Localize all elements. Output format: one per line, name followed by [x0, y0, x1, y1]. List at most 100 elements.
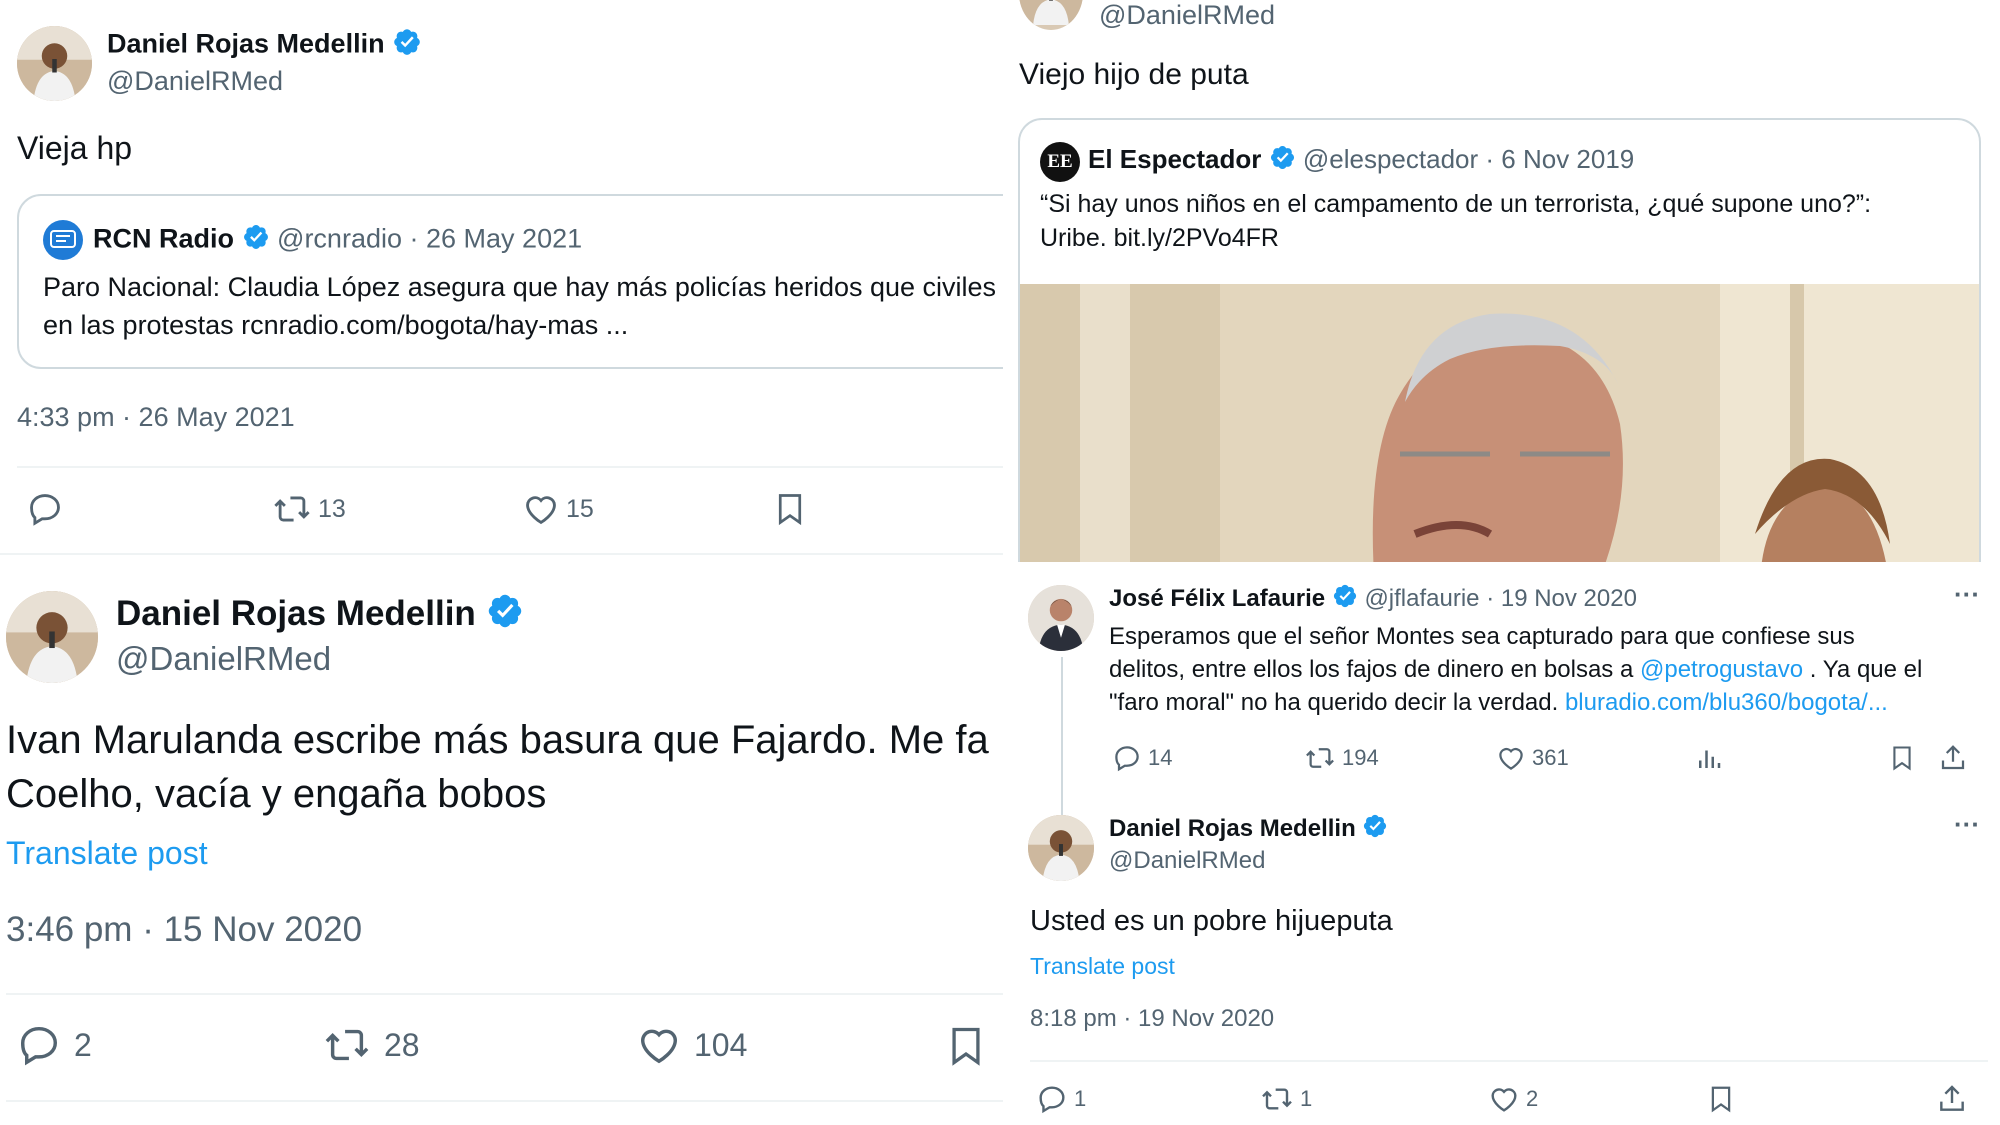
divider — [6, 1100, 1003, 1102]
like-button[interactable]: 2 — [1488, 1083, 1538, 1115]
quoted-handle[interactable]: @rcnradio — [277, 224, 402, 254]
avatar[interactable] — [1019, 0, 1083, 30]
bookmark-button[interactable] — [772, 490, 808, 528]
retweet-count: 13 — [318, 494, 346, 523]
retweet-count: 28 — [384, 1026, 420, 1063]
heart-icon — [522, 490, 560, 528]
reply-icon — [1112, 743, 1142, 773]
more-options-button[interactable]: ··· — [1954, 809, 1980, 840]
author-name[interactable]: Daniel Rojas Medellin — [107, 27, 422, 64]
author-name[interactable]: Daniel Rojas Medellin — [116, 592, 524, 639]
retweet-icon — [322, 1022, 372, 1068]
tweet-text-line-1: Ivan Marulanda escribe más basura que Fa… — [6, 718, 989, 762]
bookmark-button[interactable] — [944, 1022, 988, 1070]
parent-author-handle[interactable]: @jflafaurie — [1364, 585, 1479, 612]
reply-icon — [26, 490, 64, 528]
quoted-date: · 6 Nov 2019 — [1485, 144, 1635, 174]
share-button[interactable] — [1938, 743, 1968, 773]
share-button[interactable] — [1936, 1083, 1968, 1115]
tweet-text: Vieja hp — [17, 130, 133, 166]
mention-link[interactable]: @petrogustavo — [1640, 656, 1803, 683]
retweet-button[interactable]: 1 — [1260, 1083, 1312, 1115]
author-name[interactable]: Daniel Rojas Medellin — [1109, 813, 1388, 846]
divider — [1030, 1060, 1988, 1062]
avatar[interactable] — [1028, 585, 1094, 651]
timestamp[interactable]: 3:46 pm · 15 Nov 2020 — [6, 910, 362, 950]
tweet-text-line-2: Coelho, vacía y engaña bobos — [6, 772, 547, 816]
avatar[interactable] — [17, 26, 92, 101]
quoted-handle[interactable]: @elespectador — [1303, 144, 1478, 174]
quoted-date: · 26 May 2021 — [409, 223, 583, 254]
quoted-text-line-2: en las protestas rcnradio.com/bogota/hay… — [43, 310, 629, 340]
retweet-icon — [1304, 743, 1336, 773]
timestamp[interactable]: 8:18 pm · 19 Nov 2020 — [1030, 1005, 1274, 1033]
quoted-header: RCN Radio @rcnradio · 26 May 2021 — [93, 223, 582, 258]
tweet-text: Usted es un pobre hijueputa — [1030, 905, 1393, 937]
retweet-icon — [272, 490, 312, 528]
translate-post-link[interactable]: Translate post — [1030, 953, 1175, 980]
reply-count: 14 — [1148, 745, 1173, 770]
quoted-header: El Espectador @elespectador · 6 Nov 2019 — [1088, 144, 1634, 178]
tweet-panel-2: Daniel Rojas Medellin @DanielRMed Ivan M… — [0, 560, 1003, 1125]
author-handle[interactable]: @DanielRMed — [116, 640, 331, 678]
heart-icon — [1488, 1083, 1520, 1115]
reply-button[interactable]: 14 — [1112, 743, 1172, 773]
verified-icon — [1362, 813, 1388, 846]
avatar[interactable] — [6, 591, 98, 683]
parent-author-name[interactable]: José Félix Lafaurie — [1109, 585, 1325, 612]
share-icon — [1936, 1083, 1968, 1115]
quoted-text-line-1: Paro Nacional: Claudia López asegura que… — [43, 272, 997, 302]
retweet-count: 194 — [1342, 745, 1379, 770]
more-options-button[interactable]: ··· — [1954, 579, 1980, 610]
quoted-tweet[interactable]: RCN Radio @rcnradio · 26 May 2021 Paro N… — [17, 194, 1003, 369]
article-link[interactable]: bluradio.com/blu360/bogota/... — [1565, 689, 1888, 716]
reply-button[interactable]: 2 — [16, 1022, 92, 1068]
reply-count: 2 — [74, 1026, 92, 1063]
quoted-name[interactable]: RCN Radio — [93, 224, 234, 254]
timestamp[interactable]: 4:33 pm · 26 May 2021 — [17, 402, 295, 433]
translate-post-link[interactable]: Translate post — [6, 835, 208, 872]
retweet-button[interactable]: 28 — [322, 1022, 420, 1068]
verified-icon — [392, 27, 422, 64]
tweet-panel-4: José Félix Lafaurie @jflafaurie · 19 Nov… — [1006, 565, 2000, 1125]
author-handle[interactable]: @DanielRMed — [1109, 847, 1265, 875]
retweet-button[interactable]: 194 — [1304, 743, 1379, 773]
bookmark-icon — [772, 490, 808, 528]
author-handle[interactable]: @DanielRMed — [1099, 0, 1275, 31]
quoted-tweet[interactable]: EE El Espectador @elespectador · 6 Nov 2… — [1018, 118, 1981, 562]
bookmark-icon — [944, 1022, 988, 1070]
analytics-icon — [1694, 743, 1724, 773]
like-button[interactable]: 104 — [636, 1022, 747, 1068]
tweet-panel-1: Daniel Rojas Medellin @DanielRMed Vieja … — [0, 0, 1003, 557]
divider — [17, 466, 1003, 468]
reply-count: 1 — [1074, 1086, 1087, 1111]
retweet-button[interactable]: 13 — [272, 490, 346, 528]
author-handle[interactable]: @DanielRMed — [107, 66, 283, 97]
rcn-logo-icon — [43, 220, 83, 260]
reply-button[interactable] — [26, 490, 64, 528]
like-count: 104 — [694, 1026, 748, 1063]
like-count: 361 — [1532, 745, 1569, 770]
verified-icon — [1332, 583, 1358, 616]
bookmark-button[interactable] — [1706, 1083, 1736, 1115]
quoted-text-line-1: “Si hay unos niños en el campamento de u… — [1040, 190, 1872, 218]
retweet-count: 1 — [1300, 1086, 1313, 1111]
quoted-name[interactable]: El Espectador — [1088, 144, 1261, 174]
divider — [0, 553, 1003, 555]
tweet-panel-3: @DanielRMed Viejo hijo de puta EE El Esp… — [1006, 0, 2000, 562]
parent-text-line-3: "faro moral" no ha querido decir la verd… — [1109, 689, 1888, 716]
bookmark-icon — [1888, 743, 1916, 773]
tweet-text: Viejo hijo de puta — [1019, 58, 1249, 91]
share-icon — [1938, 743, 1968, 773]
views-button[interactable] — [1694, 743, 1724, 773]
bookmark-button[interactable] — [1888, 743, 1916, 773]
parent-date: · 19 Nov 2020 — [1486, 584, 1637, 612]
retweet-icon — [1260, 1083, 1294, 1115]
avatar[interactable] — [1028, 815, 1094, 881]
quoted-photo[interactable] — [1020, 284, 1979, 562]
reply-button[interactable]: 1 — [1036, 1083, 1086, 1115]
like-button[interactable]: 361 — [1496, 743, 1569, 773]
quoted-text-line-2: Uribe. bit.ly/2PVo4FR — [1040, 224, 1279, 252]
like-button[interactable]: 15 — [522, 490, 594, 528]
parent-text-line-1: Esperamos que el señor Montes sea captur… — [1109, 623, 1855, 650]
